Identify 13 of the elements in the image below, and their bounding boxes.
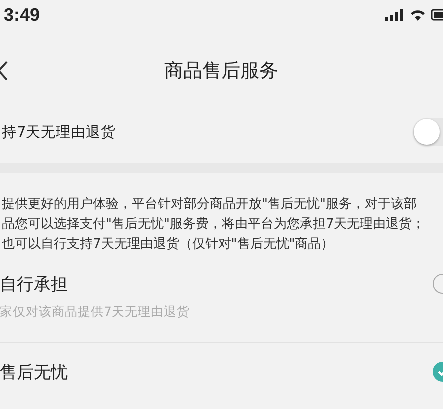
description-text: 也可以自行支持7天无理由退货（仅针对"售后无忧"商品） — [2, 236, 336, 254]
signal-icon — [385, 9, 405, 21]
option-title: 自行承担 — [0, 274, 69, 296]
status-time: 3:49 — [4, 4, 40, 26]
back-icon[interactable] — [0, 61, 8, 81]
description-text: 品您可以选择支付"售后无忧"服务费，将由平台为您承担7天无理由退货； — [2, 216, 426, 234]
option-title: 售后无忧 — [0, 362, 68, 384]
return-policy-label: 持7天无理由退货 — [2, 124, 116, 142]
description-text: 提供更好的用户体验，平台针对部分商品开放"售后无忧"服务，对于该部 — [2, 196, 418, 214]
wifi-icon — [410, 9, 426, 21]
option-subtitle: 家仅对该商品提供7天无理由退货 — [0, 304, 190, 321]
battery-icon — [431, 9, 443, 21]
page-title: 商品售后服务 — [164, 59, 278, 84]
